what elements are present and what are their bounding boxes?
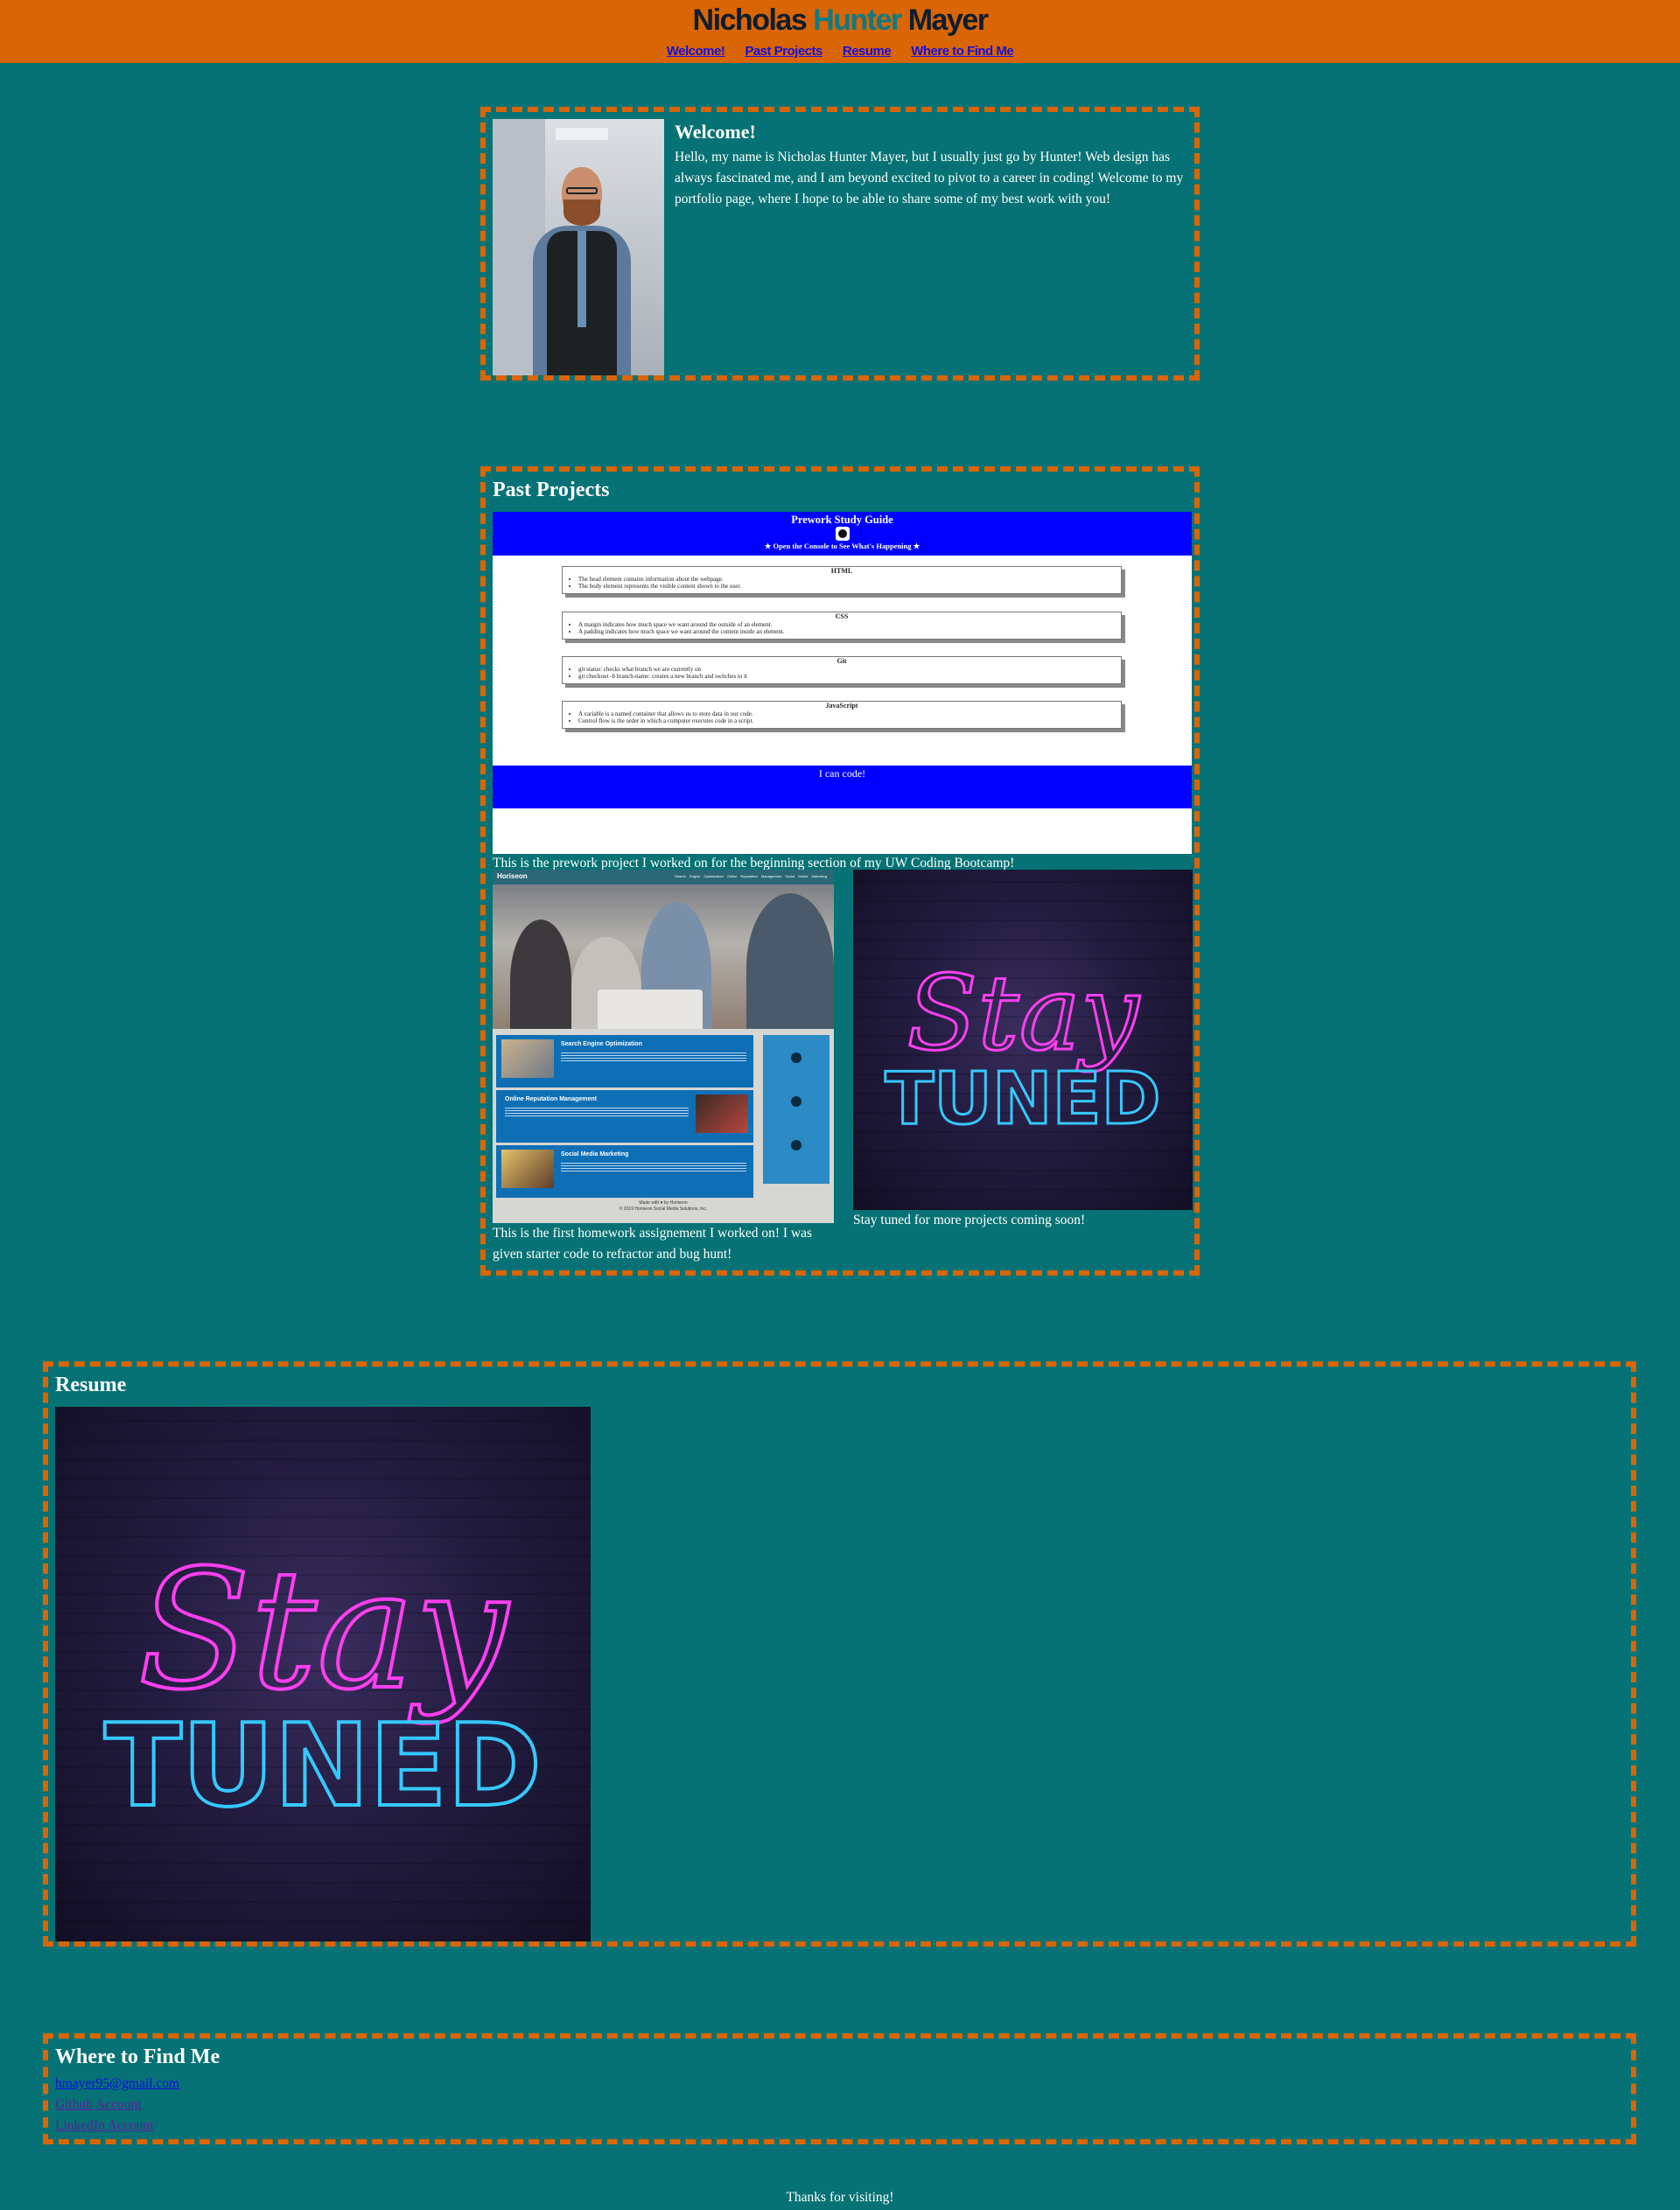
prework-note-title: HTML (830, 567, 853, 575)
github-icon (835, 527, 850, 541)
where-to-find-me-heading: Where to Find Me (55, 2046, 220, 2068)
horiseon-hero-image (493, 885, 834, 1029)
horiseon-project-screenshot[interactable]: Horiseon Search Engine Optimization Onli… (493, 870, 834, 1223)
hero-person (746, 893, 834, 1029)
cost-management-icon (791, 1140, 802, 1150)
horiseon-navbar: Horiseon Search Engine Optimization Onli… (493, 870, 834, 885)
site-header: Nicholas Hunter Mayer Welcome! Past Proj… (0, 0, 1680, 63)
prework-notes: HTML The head element contains informati… (493, 556, 1192, 748)
prework-header: Prework Study Guide ★ Open the Console t… (493, 512, 1192, 556)
welcome-heading: Welcome! (675, 121, 756, 143)
resume-section: Resume Stay TUNED (43, 1361, 1636, 1947)
list-item: A padding indicates how much space we wa… (578, 628, 1121, 635)
horiseon-section-social: Social Media Marketing (496, 1145, 753, 1198)
section-heading: Online Reputation Management (505, 1096, 598, 1102)
prework-footer: I can code! (493, 766, 1192, 808)
section-text (561, 1163, 746, 1171)
neon-word-stay: Stay (906, 953, 1140, 1074)
brand-awareness-icon (791, 1096, 802, 1107)
prework-footer-text: I can code! (818, 767, 866, 780)
past-projects-heading: Past Projects (493, 479, 610, 501)
section-image (696, 1095, 748, 1133)
nav-link-where-to-find-me[interactable]: Where to Find Me (911, 42, 1014, 61)
photo-glasses (566, 187, 598, 194)
stay-tuned-neon-sign: Stay TUNED (884, 952, 1162, 1143)
photo-ceiling-light (556, 128, 608, 140)
section-image (501, 1150, 554, 1188)
prework-note-javascript: JavaScript A variable is a named contain… (562, 701, 1122, 729)
prework-note-git: Git git status: checks what branch we ar… (562, 656, 1122, 684)
stay-tuned-image: Stay TUNED (853, 870, 1193, 1210)
site-title-first: Nicholas (692, 3, 808, 37)
site-title-middle: Hunter (813, 3, 902, 37)
profile-photo (493, 119, 664, 375)
neon-word-tuned: TUNED (104, 1699, 542, 1832)
horiseon-nav-links: Search Engine Optimization Online Reputa… (675, 874, 827, 878)
list-item: Control flow is the order in which a com… (578, 717, 1121, 724)
prework-note-css: CSS A margin indicates how much space we… (562, 612, 1122, 640)
contact-links: hmayer95@gmail.com Github Account Linked… (55, 2074, 179, 2137)
horiseon-section-seo: Search Engine Optimization (496, 1035, 753, 1088)
section-heading: Social Media Marketing (561, 1151, 629, 1157)
prework-note-title: JavaScript (825, 702, 858, 710)
prework-title: Prework Study Guide (791, 514, 893, 526)
where-to-find-me-section: Where to Find Me hmayer95@gmail.com Gith… (43, 2033, 1636, 2144)
hero-person (510, 920, 571, 1029)
welcome-section: Welcome! Hello, my name is Nicholas Hunt… (480, 107, 1200, 381)
list-item: git checkout -b branch-name: creates a n… (578, 673, 1121, 680)
neon-word-stay: Stay (138, 1535, 510, 1726)
prework-blank-area (493, 808, 1192, 854)
site-title-last: Mayer (907, 3, 989, 37)
email-link[interactable]: hmayer95@gmail.com (55, 2074, 179, 2095)
prework-project-screenshot[interactable]: Prework Study Guide ★ Open the Console t… (493, 512, 1192, 854)
photo-shirt-placket (578, 231, 586, 327)
section-heading: Search Engine Optimization (561, 1041, 642, 1047)
horiseon-caption: This is the first homework assignement I… (493, 1226, 813, 1262)
horiseon-footer-line: Made with ♥ by Horiseon (639, 1200, 688, 1206)
prework-console-note: ★ Open the Console to See What's Happeni… (764, 542, 920, 550)
section-text (505, 1108, 689, 1116)
stay-tuned-neon-sign: Stay TUNED (102, 1533, 543, 1834)
horiseon-footer: Made with ♥ by Horiseon © 2019 Horiseon … (493, 1200, 834, 1213)
neon-word-tuned: TUNED (885, 1058, 1160, 1141)
nav-link-past-projects[interactable]: Past Projects (745, 42, 822, 61)
nav-link-resume[interactable]: Resume (843, 42, 892, 61)
past-projects-section: Past Projects Prework Study Guide ★ Open… (480, 466, 1200, 1276)
welcome-paragraph: Hello, my name is Nicholas Hunter Mayer,… (675, 150, 1184, 206)
prework-note-title: Git (836, 657, 847, 665)
horiseon-footer-line: © 2019 Horiseon Social Media Solutions, … (619, 1206, 708, 1212)
hero-table (598, 990, 703, 1029)
prework-note-html: HTML The head element contains informati… (562, 566, 1122, 594)
photo-beard (564, 199, 600, 226)
list-item: A variable is a named container that all… (578, 710, 1121, 717)
lead-generation-icon (791, 1053, 802, 1063)
section-image (501, 1039, 554, 1078)
resume-stay-tuned-image: Stay TUNED (55, 1407, 591, 1941)
horiseon-logo: Horiseon (497, 872, 528, 880)
list-item: The head element contains information ab… (578, 576, 1121, 583)
linkedin-link[interactable]: LinkedIn Account (55, 2116, 179, 2137)
main-nav: Welcome! Past Projects Resume Where to F… (0, 42, 1680, 61)
welcome-content: Welcome! Hello, my name is Nicholas Hunt… (675, 119, 1200, 210)
site-title: Nicholas Hunter Mayer (0, 2, 1680, 38)
list-item: The body element represents the visible … (578, 583, 1121, 590)
nav-link-welcome[interactable]: Welcome! (667, 42, 725, 61)
resume-heading: Resume (55, 1374, 127, 1396)
github-link[interactable]: Github Account (55, 2095, 179, 2116)
horiseon-section-reputation: Online Reputation Management (496, 1090, 753, 1143)
prework-note-title: CSS (835, 612, 849, 620)
page-footer: Thanks for visiting! (786, 2190, 894, 2205)
section-text (561, 1053, 746, 1061)
horiseon-benefits-sidebar (763, 1035, 830, 1184)
list-item: A margin indicates how much space we wan… (578, 621, 1121, 628)
stay-tuned-caption: Stay tuned for more projects coming soon… (853, 1213, 1086, 1227)
list-item: git status: checks what branch we are cu… (578, 666, 1121, 673)
